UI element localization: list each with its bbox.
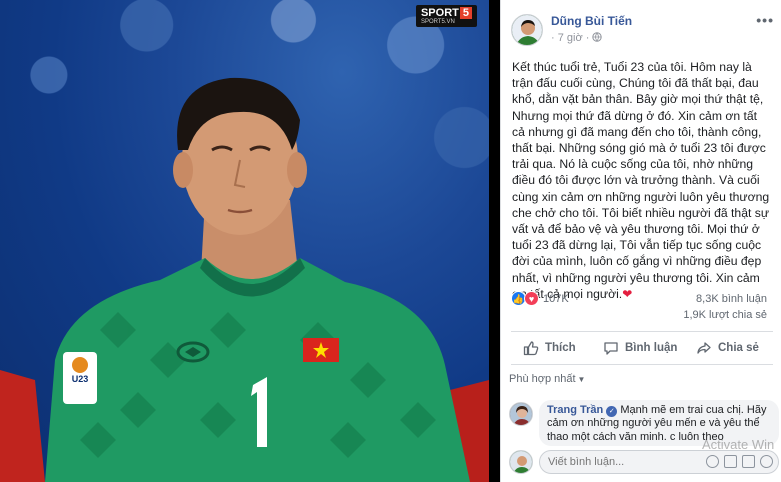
comment-composer bbox=[509, 450, 779, 476]
sport5-watermark-logo: SPORT 5 SPORT5.VN bbox=[415, 5, 477, 27]
brand-number: 5 bbox=[459, 7, 472, 19]
author-avatar-image bbox=[512, 15, 542, 45]
globe-icon bbox=[592, 32, 603, 42]
afc-logo-icon bbox=[72, 357, 88, 373]
shares-count[interactable]: 1,9K lượt chia sẻ bbox=[683, 309, 767, 321]
commenter-avatar[interactable] bbox=[509, 402, 533, 426]
comment-sort-dropdown[interactable]: Phù hợp nhất ▼ bbox=[509, 373, 585, 385]
comment-button[interactable]: Bình luận bbox=[603, 332, 677, 364]
u23-badge-label: U23 bbox=[71, 374, 89, 384]
emoji-icon[interactable] bbox=[706, 455, 719, 468]
comments-count[interactable]: 8,3K bình luận bbox=[696, 293, 767, 305]
comment-sort-label: Phù hợp nhất bbox=[509, 373, 576, 385]
thumbs-up-icon bbox=[523, 341, 539, 356]
commenter-avatar-image bbox=[510, 403, 532, 425]
reactions-count[interactable]: 107K bbox=[543, 293, 569, 305]
love-reaction-icon: ♥ bbox=[524, 291, 539, 306]
reactions-bar: 👍 ♥ 107K 8,3K bình luận 1,9K lượt chia s… bbox=[511, 291, 775, 321]
like-button[interactable]: Thích bbox=[523, 332, 576, 364]
comment-button-label: Bình luận bbox=[625, 342, 678, 354]
brand-name: SPORT bbox=[420, 7, 459, 19]
brand-site: SPORT5.VN bbox=[420, 19, 455, 25]
post-photo[interactable]: U23 SPORT 5 SPORT5.VN bbox=[0, 0, 489, 482]
camera-icon[interactable] bbox=[724, 455, 737, 468]
post-actions: Thích Bình luận Chia sẻ bbox=[511, 331, 773, 365]
author-name[interactable]: Dũng Bùi Tiến bbox=[551, 14, 632, 28]
activate-windows-watermark: Activate Win bbox=[702, 437, 775, 452]
current-user-avatar-image bbox=[510, 451, 532, 473]
player-illustration bbox=[0, 77, 489, 482]
like-button-label: Thích bbox=[545, 342, 576, 354]
author-avatar-dot: · bbox=[551, 32, 558, 44]
verified-badge-icon: ✓ bbox=[606, 406, 618, 417]
chevron-down-icon: ▼ bbox=[577, 375, 586, 384]
reaction-icons[interactable]: 👍 ♥ bbox=[511, 291, 541, 307]
composer-tools bbox=[706, 455, 773, 468]
gif-icon[interactable] bbox=[742, 455, 755, 468]
share-button-label: Chia sẻ bbox=[718, 342, 759, 354]
post-text: Kết thúc tuổi trẻ, Tuổi 23 của tôi. Hôm … bbox=[512, 60, 770, 301]
post-time[interactable]: 7 giờ bbox=[558, 32, 583, 44]
post-body: Kết thúc tuổi trẻ, Tuổi 23 của tôi. Hôm … bbox=[512, 59, 770, 302]
author-avatar[interactable] bbox=[511, 14, 543, 46]
current-user-avatar bbox=[509, 450, 533, 474]
comment-bubble-icon bbox=[604, 342, 618, 355]
sticker-icon[interactable] bbox=[760, 455, 773, 468]
post-meta: · 7 giờ · bbox=[551, 32, 603, 44]
share-button[interactable]: Chia sẻ bbox=[696, 332, 759, 364]
commenter-name[interactable]: Trang Trần bbox=[547, 404, 603, 416]
more-options-button[interactable]: ••• bbox=[756, 12, 774, 28]
post-header: Dũng Bùi Tiến · 7 giờ · ••• bbox=[511, 12, 776, 48]
separator-dot: · bbox=[585, 32, 593, 44]
u23-badge: U23 bbox=[63, 352, 97, 404]
screen: U23 SPORT 5 SPORT5.VN Dũng Bùi Tiến · 7 g… bbox=[0, 0, 781, 482]
post-panel: Dũng Bùi Tiến · 7 giờ · ••• Kết thúc tuổ… bbox=[500, 0, 781, 482]
share-arrow-icon bbox=[697, 342, 711, 354]
